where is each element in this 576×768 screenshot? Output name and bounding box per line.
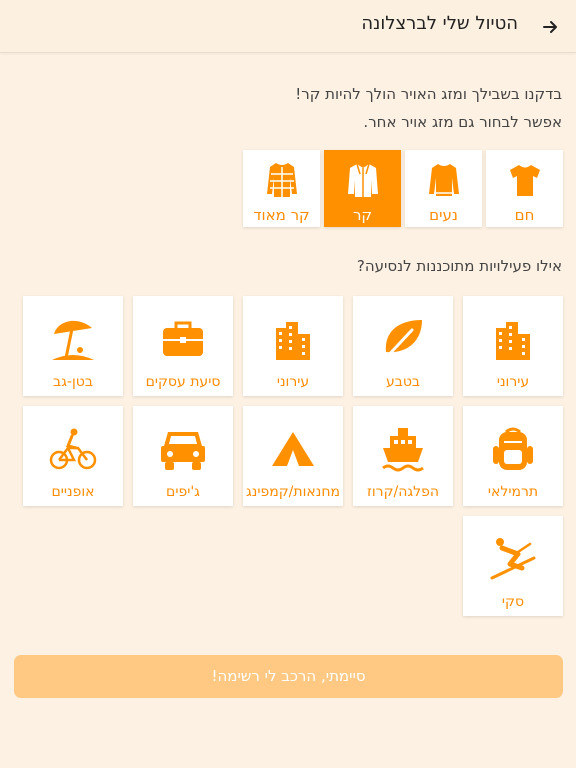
activity-tile-cruise[interactable]: הפלגה/קרוז: [353, 406, 453, 506]
activity-label: הפלגה/קרוז: [367, 484, 439, 500]
page-title: הטיול שלי לברצלונה: [361, 13, 518, 34]
activity-tile-backpacking[interactable]: תרמילאי: [463, 406, 563, 506]
app-header: הטיול שלי לברצלונה: [0, 0, 576, 53]
weather-option-label: נעים: [429, 206, 458, 224]
activity-tile-urban[interactable]: עירוני: [243, 296, 343, 396]
tshirt-icon: [509, 165, 540, 196]
activity-label: סיעת עסקים: [145, 374, 221, 390]
briefcase-icon: [163, 321, 203, 356]
city-icon: [276, 322, 310, 360]
backpack-icon: [493, 427, 533, 470]
weather-option-mild[interactable]: נעים: [405, 150, 482, 227]
activity-label: מחנאות/קמפינג: [245, 484, 341, 500]
weather-option-label: קר מאוד: [253, 206, 310, 224]
bicycle-icon: [49, 428, 97, 470]
sweater-icon: [428, 164, 459, 196]
activity-tile-urban[interactable]: עירוני: [463, 296, 563, 396]
activity-tile-ski[interactable]: סקי: [463, 516, 563, 616]
activity-label: אופניים: [51, 484, 95, 500]
weather-option-hot[interactable]: חם: [486, 150, 563, 227]
activity-tile-nature[interactable]: בטבע: [353, 296, 453, 396]
city-icon: [496, 322, 530, 360]
activity-label: בטן-גב: [53, 374, 93, 390]
activity-label: עירוני: [276, 374, 310, 390]
ski-icon: [490, 538, 536, 580]
activity-tile-jeeps[interactable]: ג'יפים: [133, 406, 233, 506]
activity-tile-beach[interactable]: בטן-גב: [23, 296, 123, 396]
activity-tile-camping[interactable]: מחנאות/קמפינג: [243, 406, 343, 506]
weather-intro-text: בדקנו בשבילך ומזג האויר הולך להיות קר!: [295, 85, 562, 103]
ship-icon: [382, 428, 424, 472]
activities-prompt: אילו פעילויות מתוכננות לנסיעה?: [356, 257, 562, 275]
leaf-icon: [382, 320, 422, 362]
activity-label: תרמילאי: [487, 484, 539, 500]
activity-label: בטבע: [385, 374, 421, 390]
activity-label: ג'יפים: [166, 484, 200, 500]
activity-tile-bicycle[interactable]: אופניים: [23, 406, 123, 506]
jacket-icon: [347, 163, 378, 197]
weather-option-label: חם: [514, 206, 535, 224]
weather-option-label: קר: [352, 206, 373, 224]
arrow-right-icon[interactable]: [536, 13, 564, 41]
weather-hint-text: אפשר לבחור גם מזג אויר אחר.: [363, 113, 562, 131]
activity-label: סקי: [501, 594, 525, 610]
jeep-icon: [161, 432, 205, 470]
weather-option-very-cold[interactable]: קר מאוד: [243, 150, 320, 227]
activity-tile-business[interactable]: סיעת עסקים: [133, 296, 233, 396]
weather-option-cold[interactable]: קר: [324, 150, 401, 227]
tent-icon: [272, 432, 314, 466]
puffer-jacket-icon: [266, 163, 297, 197]
beach-umbrella-icon: [52, 320, 94, 360]
activity-label: עירוני: [496, 374, 530, 390]
generate-list-button[interactable]: סיימתי, הרכב לי רשימה!: [14, 655, 563, 698]
